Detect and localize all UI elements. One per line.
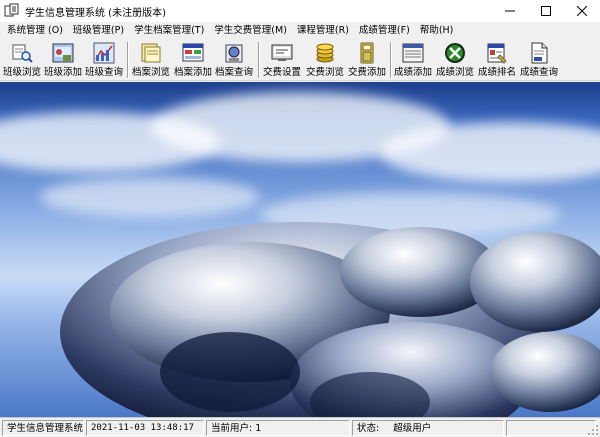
chrome-sculpture-image xyxy=(60,222,600,417)
fee-browse-label: 交费浏览 xyxy=(305,67,344,78)
fee-add-label: 交费添加 xyxy=(347,67,386,78)
status-app-name: 学生信息管理系统 xyxy=(2,419,84,436)
status-state-label: 状态: xyxy=(357,422,380,434)
archive-browse-button[interactable]: 档案浏览 xyxy=(131,40,171,80)
fee-add-icon xyxy=(355,41,379,65)
archive-add-button[interactable]: 档案添加 xyxy=(173,40,213,80)
class-query-label: 班级查询 xyxy=(84,67,123,78)
status-state-value: 超级用户 xyxy=(393,422,432,434)
workspace-background xyxy=(0,82,600,417)
grade-rank-label: 成绩排名 xyxy=(477,67,516,78)
class-browse-icon xyxy=(10,41,34,65)
fee-settings-icon xyxy=(270,41,294,65)
fee-browse-icon xyxy=(313,41,337,65)
minimize-button[interactable] xyxy=(492,0,528,22)
grade-query-button[interactable]: 成绩查询 xyxy=(518,40,560,80)
maximize-button[interactable] xyxy=(528,0,564,22)
menu-grade[interactable]: 成绩管理(F) xyxy=(355,22,416,39)
minimize-icon xyxy=(505,10,515,12)
grade-add-button[interactable]: 成绩添加 xyxy=(393,40,433,80)
class-query-icon xyxy=(92,41,116,65)
status-state: 状态: 超级用户 xyxy=(352,419,504,436)
toolbar: 班级浏览 班级添加 班级查询 档案浏览 档案添加 档案查询 交费设置 交费浏览 … xyxy=(0,39,600,81)
grade-rank-button[interactable]: 成绩排名 xyxy=(476,40,518,80)
class-query-button[interactable]: 班级查询 xyxy=(84,40,124,80)
grade-query-label: 成绩查询 xyxy=(519,67,558,78)
status-current-user: 当前用户: 1 xyxy=(206,419,350,436)
toolbar-separator xyxy=(390,42,392,78)
class-browse-label: 班级浏览 xyxy=(2,67,41,78)
status-bar: 学生信息管理系统 2021-11-03 13:48:17 当前用户: 1 状态:… xyxy=(0,417,600,437)
window-title: 学生信息管理系统 (未注册版本) xyxy=(25,7,166,19)
archive-query-label: 档案查询 xyxy=(214,67,253,78)
grade-rank-icon xyxy=(485,41,509,65)
archive-add-icon xyxy=(181,41,205,65)
fee-settings-button[interactable]: 交费设置 xyxy=(261,40,303,80)
menu-help[interactable]: 帮助(H) xyxy=(416,22,460,39)
resize-grip-icon[interactable] xyxy=(587,424,599,436)
status-datetime: 2021-11-03 13:48:17 xyxy=(86,419,204,436)
close-icon xyxy=(577,6,587,16)
grade-browse-label: 成绩浏览 xyxy=(435,67,474,78)
archive-query-icon xyxy=(222,41,246,65)
menu-system[interactable]: 系统管理 (O) xyxy=(3,22,69,39)
toolbar-separator xyxy=(258,42,260,78)
maximize-icon xyxy=(541,6,551,16)
menu-student-archive[interactable]: 学生档案管理(T) xyxy=(130,22,210,39)
fee-settings-label: 交费设置 xyxy=(262,67,301,78)
fee-browse-button[interactable]: 交费浏览 xyxy=(304,40,346,80)
grade-add-icon xyxy=(401,41,425,65)
toolbar-separator xyxy=(127,42,129,78)
class-add-button[interactable]: 班级添加 xyxy=(43,40,83,80)
menu-course[interactable]: 课程管理(R) xyxy=(293,22,355,39)
app-icon xyxy=(4,3,20,19)
grade-browse-button[interactable]: 成绩浏览 xyxy=(434,40,476,80)
archive-browse-label: 档案浏览 xyxy=(131,67,170,78)
grade-add-label: 成绩添加 xyxy=(393,67,432,78)
close-button[interactable] xyxy=(564,0,600,22)
fee-add-button[interactable]: 交费添加 xyxy=(346,40,388,80)
menu-class[interactable]: 班级管理(P) xyxy=(69,22,130,39)
menu-bar: 系统管理 (O) 班级管理(P) 学生档案管理(T) 学生交费管理(M) 课程管… xyxy=(0,22,600,39)
title-bar: 学生信息管理系统 (未注册版本) xyxy=(0,0,600,22)
grade-browse-icon xyxy=(443,41,467,65)
class-add-icon xyxy=(51,41,75,65)
archive-browse-icon xyxy=(139,41,163,65)
status-empty-pane xyxy=(506,419,596,436)
class-add-label: 班级添加 xyxy=(43,67,82,78)
class-browse-button[interactable]: 班级浏览 xyxy=(2,40,42,80)
archive-query-button[interactable]: 档案查询 xyxy=(214,40,254,80)
menu-student-fee[interactable]: 学生交费管理(M) xyxy=(210,22,293,39)
archive-add-label: 档案添加 xyxy=(173,67,212,78)
grade-query-icon xyxy=(527,41,551,65)
